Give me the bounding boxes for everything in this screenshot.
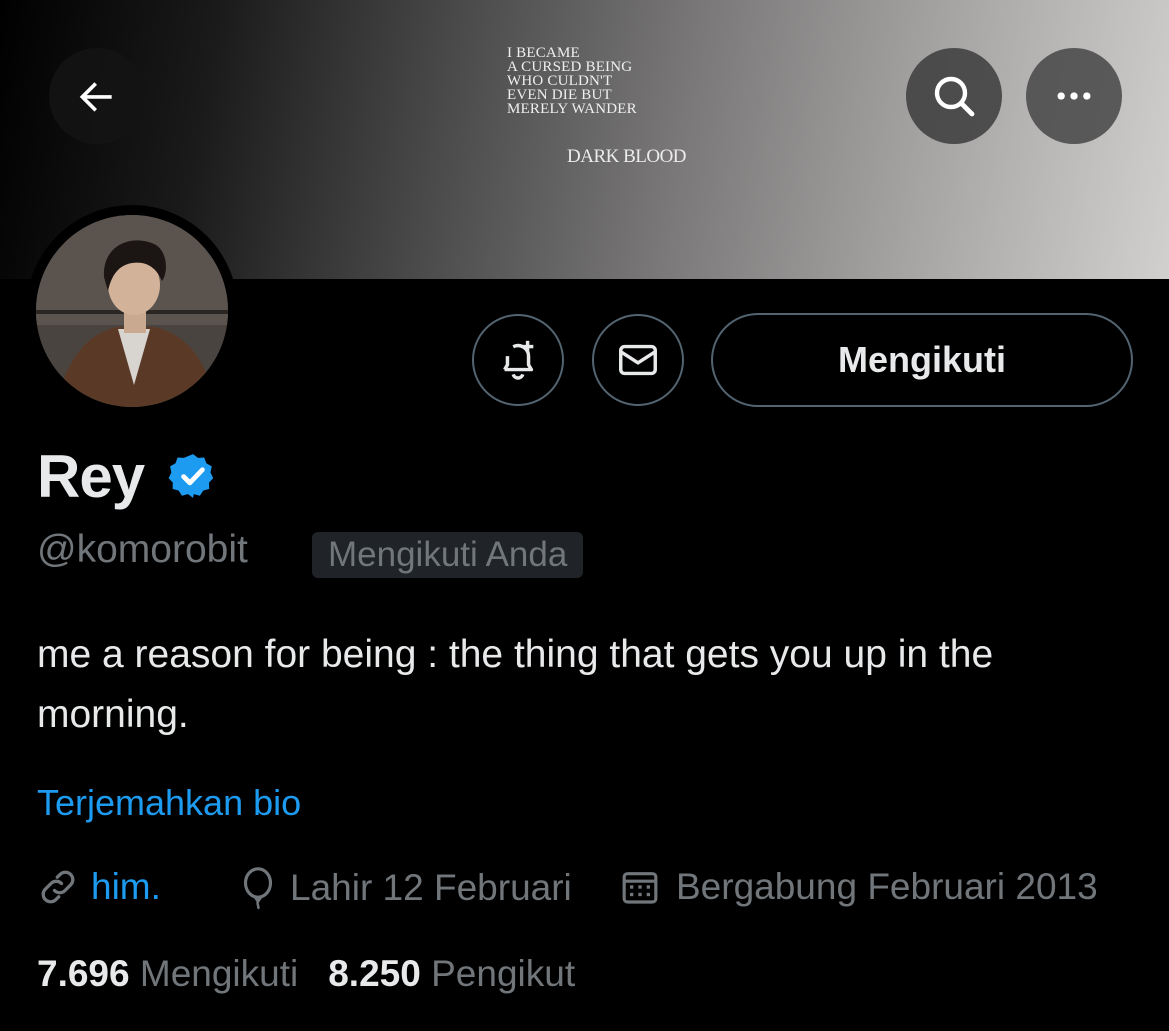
search-button[interactable] bbox=[906, 48, 1002, 144]
following-stat[interactable]: 7.696 Mengikuti bbox=[37, 953, 298, 995]
search-icon bbox=[934, 76, 975, 117]
display-name: Rey bbox=[37, 443, 145, 510]
notify-button[interactable] bbox=[472, 314, 564, 406]
followers-stat[interactable]: 8.250 Pengikut bbox=[328, 953, 575, 995]
balloon-icon bbox=[243, 867, 273, 910]
profile-website[interactable]: him. bbox=[37, 866, 161, 908]
message-button[interactable] bbox=[592, 314, 684, 406]
verified-badge-icon bbox=[168, 454, 214, 498]
birthday-text: Lahir 12 Februari bbox=[290, 867, 572, 908]
banner-brand-text: DARK BLOOD bbox=[567, 146, 687, 167]
profile-bio: me a reason for being : the thing that g… bbox=[37, 633, 994, 736]
avatar-image bbox=[36, 215, 228, 407]
profile-join-date: Bergabung Februari 2013 bbox=[620, 866, 1098, 908]
following-label: Mengikuti bbox=[139, 953, 299, 994]
link-icon bbox=[41, 870, 75, 904]
banner-quote-text: I BECAME A CURSED BEING WHO CULDN'T EVEN… bbox=[507, 45, 637, 117]
follows-you-badge: Mengikuti Anda bbox=[312, 532, 584, 578]
calendar-icon bbox=[622, 872, 658, 904]
avatar[interactable] bbox=[36, 215, 228, 407]
bell-plus-icon bbox=[503, 340, 534, 380]
following-button[interactable]: Mengikuti bbox=[711, 313, 1133, 407]
follow-stats: 7.696 Mengikuti 8.250 Pengikut bbox=[37, 953, 605, 995]
arrow-left-icon bbox=[79, 82, 112, 112]
followers-count: 8.250 bbox=[328, 953, 421, 994]
more-horizontal-icon bbox=[1057, 92, 1091, 100]
translate-bio-link[interactable]: Terjemahkan bio bbox=[37, 782, 301, 824]
more-options-button[interactable] bbox=[1026, 48, 1122, 144]
joined-text: Bergabung Februari 2013 bbox=[676, 866, 1098, 907]
envelope-icon bbox=[619, 344, 657, 376]
profile-birthday: Lahir 12 Februari bbox=[238, 866, 572, 910]
back-button[interactable] bbox=[49, 48, 145, 144]
user-handle: @komorobit bbox=[37, 528, 248, 571]
website-link-text[interactable]: him. bbox=[91, 866, 161, 908]
following-count: 7.696 bbox=[37, 953, 130, 994]
followers-label: Pengikut bbox=[431, 953, 576, 994]
